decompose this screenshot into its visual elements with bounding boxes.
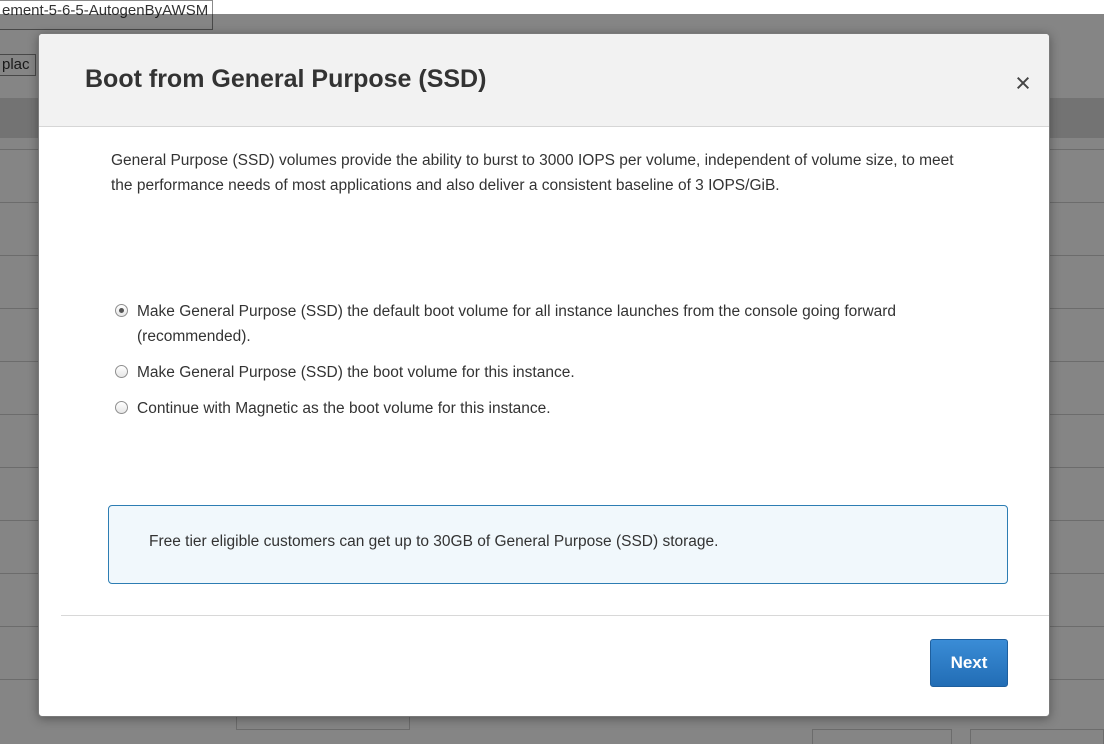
modal-header: Boot from General Purpose (SSD) ×: [39, 34, 1049, 127]
boot-volume-options: Make General Purpose (SSD) the default b…: [115, 299, 995, 421]
free-tier-info-text: Free tier eligible customers can get up …: [149, 533, 719, 550]
modal-title: Boot from General Purpose (SSD): [85, 65, 487, 93]
radio-default-ssd[interactable]: [115, 304, 128, 317]
option-ssd-this-instance-label[interactable]: Make General Purpose (SSD) the boot volu…: [137, 364, 575, 381]
boot-volume-modal: Boot from General Purpose (SSD) × Genera…: [38, 33, 1050, 717]
option-magnetic-label[interactable]: Continue with Magnetic as the boot volum…: [137, 400, 551, 417]
radio-magnetic[interactable]: [115, 401, 128, 414]
footer-divider: [61, 615, 1049, 616]
option-default-ssd[interactable]: Make General Purpose (SSD) the default b…: [115, 299, 995, 349]
option-ssd-this-instance[interactable]: Make General Purpose (SSD) the boot volu…: [115, 360, 995, 385]
free-tier-info-box: Free tier eligible customers can get up …: [108, 505, 1008, 584]
radio-ssd-this-instance[interactable]: [115, 365, 128, 378]
option-magnetic[interactable]: Continue with Magnetic as the boot volum…: [115, 396, 995, 421]
close-icon[interactable]: ×: [1011, 70, 1035, 97]
intro-text: General Purpose (SSD) volumes provide th…: [111, 152, 954, 194]
option-default-ssd-label[interactable]: Make General Purpose (SSD) the default b…: [137, 303, 896, 345]
next-button[interactable]: Next: [930, 639, 1008, 687]
